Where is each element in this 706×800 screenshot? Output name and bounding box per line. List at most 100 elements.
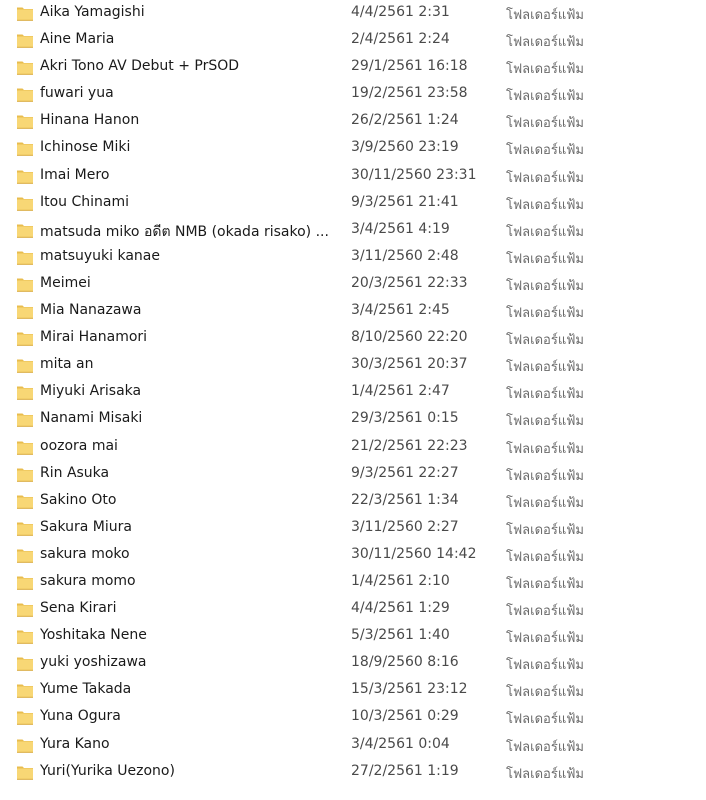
file-row[interactable]: Yuna Ogura 10/3/2561 0:29 โฟลเดอร์แฟ้ม: [0, 704, 706, 731]
file-row[interactable]: Nanami Misaki 29/3/2561 0:15 โฟลเดอร์แฟ้…: [0, 406, 706, 433]
folder-icon: [16, 439, 34, 455]
item-type: โฟลเดอร์แฟ้ม: [506, 549, 584, 565]
date-modified: 20/3/2561 22:33: [351, 274, 468, 291]
file-row[interactable]: Hinana Hanon 26/2/2561 1:24 โฟลเดอร์แฟ้ม: [0, 108, 706, 135]
folder-name: Yume Takada: [40, 681, 132, 698]
file-row[interactable]: matsuda miko อดีต NMB (okada risako) ...…: [0, 217, 706, 244]
folder-name: mita an: [40, 356, 94, 373]
item-type: โฟลเดอร์แฟ้ม: [506, 414, 584, 430]
file-row[interactable]: sakura moko 30/11/2560 14:42 โฟลเดอร์แฟ้…: [0, 542, 706, 569]
folder-icon: [16, 168, 34, 184]
item-type: โฟลเดอร์แฟ้ม: [506, 170, 584, 186]
file-row[interactable]: Sakura Miura 3/11/2560 2:27 โฟลเดอร์แฟ้ม: [0, 515, 706, 542]
file-row[interactable]: Rin Asuka 9/3/2561 22:27 โฟลเดอร์แฟ้ม: [0, 461, 706, 488]
item-type: โฟลเดอร์แฟ้ม: [506, 576, 584, 592]
item-type: โฟลเดอร์แฟ้ม: [506, 522, 584, 538]
date-modified: 15/3/2561 23:12: [351, 681, 468, 698]
file-row[interactable]: Yura Kano 3/4/2561 0:04 โฟลเดอร์แฟ้ม: [0, 732, 706, 759]
file-row[interactable]: Yoshitaka Nene 5/3/2561 1:40 โฟลเดอร์แฟ้…: [0, 623, 706, 650]
folder-name: Hinana Hanon: [40, 112, 140, 129]
folder-icon: [16, 709, 34, 726]
date-modified: 19/2/2561 23:58: [351, 85, 468, 102]
date-modified: 3/11/2560 2:27: [351, 518, 459, 535]
file-row[interactable]: fuwari yua 19/2/2561 23:58 โฟลเดอร์แฟ้ม: [0, 81, 706, 108]
folder-icon: [16, 493, 34, 509]
folder-name: Akri Tono AV Debut + PrSOD: [40, 58, 240, 75]
folder-icon: [16, 276, 34, 292]
file-row[interactable]: Miyuki Arisaka 1/4/2561 2:47 โฟลเดอร์แฟ้…: [0, 379, 706, 406]
file-row[interactable]: Meimei 20/3/2561 22:33 โฟลเดอร์แฟ้ม: [0, 271, 706, 298]
folder-icon: [16, 195, 34, 211]
file-row[interactable]: Akri Tono AV Debut + PrSOD 29/1/2561 16:…: [0, 54, 706, 81]
date-modified: 30/11/2560 14:42: [351, 545, 477, 562]
folder-icon: [16, 655, 34, 672]
folder-name: Yuri(Yurika Uezono): [40, 762, 175, 779]
date-modified: 18/9/2560 8:16: [351, 654, 459, 671]
folder-name: Imai Mero: [40, 166, 110, 183]
item-type: โฟลเดอร์แฟ้ม: [506, 143, 584, 159]
file-row[interactable]: yuki yoshizawa 18/9/2560 8:16 โฟลเดอร์แฟ…: [0, 650, 706, 677]
date-modified: 4/4/2561 2:31: [351, 4, 450, 20]
item-type: โฟลเดอร์แฟ้ม: [506, 739, 584, 755]
folder-icon: [16, 520, 34, 536]
folder-name: Rin Asuka: [40, 464, 110, 481]
date-modified: 26/2/2561 1:24: [351, 112, 459, 129]
folder-name: sakura moko: [40, 545, 130, 562]
item-type: โฟลเดอร์แฟ้ม: [506, 685, 584, 701]
file-row[interactable]: Mirai Hanamori 8/10/2560 22:20 โฟลเดอร์แ…: [0, 325, 706, 352]
item-type: โฟลเดอร์แฟ้ม: [506, 8, 584, 23]
item-type: โฟลเดอร์แฟ้ม: [506, 333, 584, 349]
date-modified: 3/11/2560 2:48: [351, 247, 459, 264]
folder-icon: [16, 547, 34, 563]
folder-icon: [16, 601, 34, 617]
folder-name: Yuna Ogura: [40, 708, 121, 725]
file-row[interactable]: Yuri(Yurika Uezono) 27/2/2561 1:19 โฟลเด…: [0, 759, 706, 786]
item-type: โฟลเดอร์แฟ้ม: [506, 306, 584, 322]
file-row[interactable]: Mia Nanazawa 3/4/2561 2:45 โฟลเดอร์แฟ้ม: [0, 298, 706, 325]
file-row[interactable]: Aine Maria 2/4/2561 2:24 โฟลเดอร์แฟ้ม: [0, 27, 706, 54]
item-type: โฟลเดอร์แฟ้ม: [506, 387, 584, 403]
date-modified: 3/4/2561 0:04: [351, 735, 450, 752]
folder-name: Ichinose Miki: [40, 139, 131, 156]
date-modified: 3/4/2561 2:45: [351, 302, 450, 319]
item-type: โฟลเดอร์แฟ้ม: [506, 278, 584, 294]
item-type: โฟลเดอร์แฟ้ม: [506, 360, 584, 376]
file-row[interactable]: matsuyuki kanae 3/11/2560 2:48 โฟลเดอร์แ…: [0, 244, 706, 271]
folder-name: matsuda miko อดีต NMB (okada risako) ...: [40, 223, 329, 240]
file-row[interactable]: Sakino Oto 22/3/2561 1:34 โฟลเดอร์แฟ้ม: [0, 488, 706, 515]
folder-icon: [16, 303, 34, 319]
date-modified: 29/3/2561 0:15: [351, 410, 459, 427]
date-modified: 22/3/2561 1:34: [351, 491, 459, 508]
file-row[interactable]: Ichinose Miki 3/9/2560 23:19 โฟลเดอร์แฟ้…: [0, 135, 706, 162]
date-modified: 9/3/2561 21:41: [351, 193, 459, 210]
item-type: โฟลเดอร์แฟ้ม: [506, 604, 584, 620]
file-row[interactable]: Itou Chinami 9/3/2561 21:41 โฟลเดอร์แฟ้ม: [0, 190, 706, 217]
file-row[interactable]: Aika Yamagishi 4/4/2561 2:31 โฟลเดอร์แฟ้…: [0, 0, 706, 27]
file-row[interactable]: sakura momo 1/4/2561 2:10 โฟลเดอร์แฟ้ม: [0, 569, 706, 596]
folder-name: sakura momo: [40, 572, 136, 589]
folder-icon: [16, 222, 34, 238]
file-row[interactable]: mita an 30/3/2561 20:37 โฟลเดอร์แฟ้ม: [0, 352, 706, 379]
folder-name: Nanami Misaki: [40, 410, 143, 427]
folder-name: fuwari yua: [40, 85, 114, 102]
folder-icon: [16, 86, 34, 103]
folder-name: Meimei: [40, 274, 91, 291]
file-row[interactable]: Imai Mero 30/11/2560 23:31 โฟลเดอร์แฟ้ม: [0, 163, 706, 190]
folder-icon: [16, 682, 34, 699]
date-modified: 10/3/2561 0:29: [351, 708, 459, 725]
item-type: โฟลเดอร์แฟ้ม: [506, 441, 584, 457]
folder-name: yuki yoshizawa: [40, 654, 147, 671]
folder-icon: [16, 32, 34, 48]
item-type: โฟลเดอร์แฟ้ม: [506, 766, 584, 782]
folder-icon: [16, 764, 34, 780]
date-modified: 3/9/2560 23:19: [351, 139, 459, 156]
date-modified: 8/10/2560 22:20: [351, 329, 468, 346]
folder-icon: [16, 466, 34, 482]
folder-icon: [16, 59, 34, 75]
item-type: โฟลเดอร์แฟ้ม: [506, 89, 584, 105]
file-row[interactable]: Yume Takada 15/3/2561 23:12 โฟลเดอร์แฟ้ม: [0, 677, 706, 704]
file-row[interactable]: oozora mai 21/2/2561 22:23 โฟลเดอร์แฟ้ม: [0, 434, 706, 461]
date-modified: 1/4/2561 2:10: [351, 572, 450, 589]
folder-icon: [16, 628, 34, 644]
file-row[interactable]: Sena Kirari 4/4/2561 1:29 โฟลเดอร์แฟ้ม: [0, 596, 706, 623]
